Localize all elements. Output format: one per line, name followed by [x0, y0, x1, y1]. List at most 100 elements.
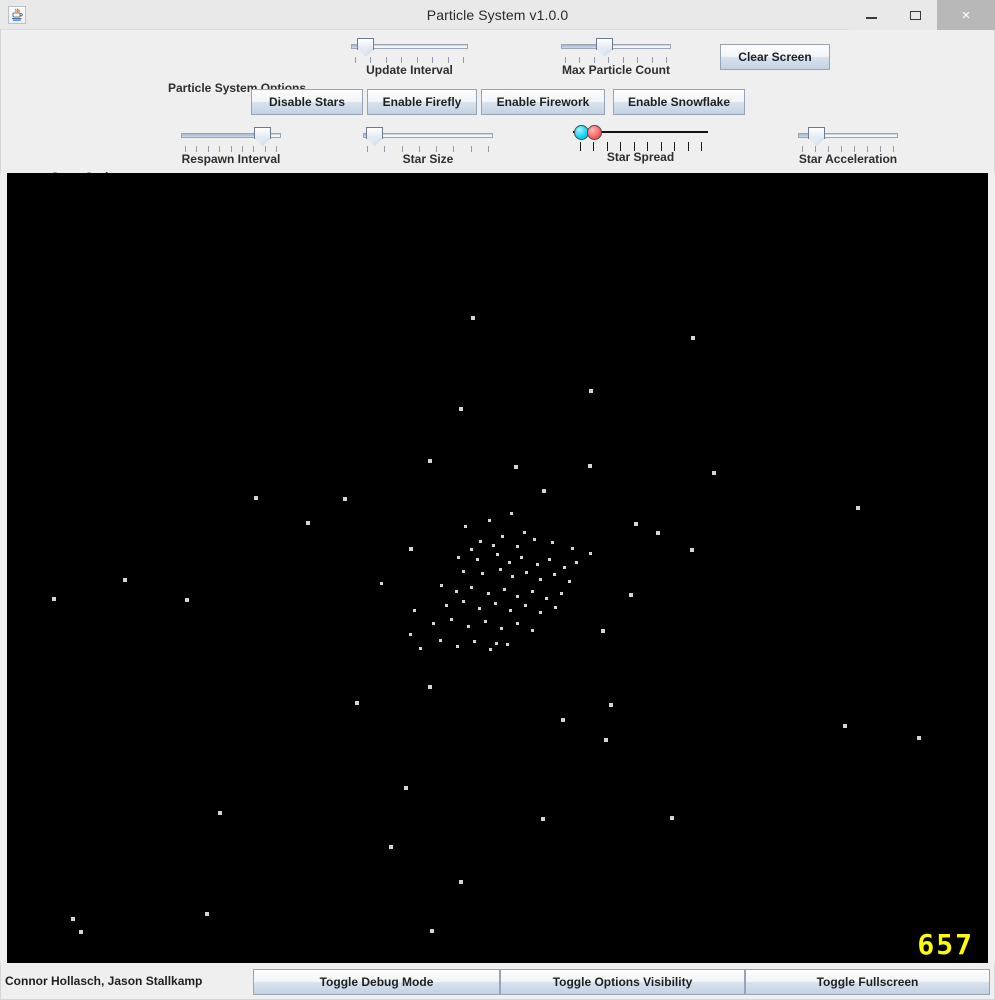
- slider-label-respawn-interval: Respawn Interval: [181, 152, 281, 166]
- slider-star-size[interactable]: Star Size: [363, 126, 493, 171]
- particle: [478, 607, 481, 610]
- slider-thumb-respawn-interval[interactable]: [254, 127, 271, 139]
- particle: [457, 556, 460, 559]
- particle: [306, 521, 310, 525]
- title-bar: Particle System v1.0.0 ×: [0, 0, 995, 30]
- particle: [856, 506, 860, 510]
- slider-update-interval[interactable]: Update Interval: [351, 37, 468, 82]
- particle: [539, 578, 542, 581]
- enable-firefly-button[interactable]: Enable Firefly: [367, 89, 477, 115]
- slider-thumb-star-size[interactable]: [366, 127, 383, 139]
- particle: [409, 633, 412, 636]
- particle: [470, 548, 473, 551]
- particle: [531, 629, 534, 632]
- particle: [571, 547, 574, 550]
- particle: [575, 561, 578, 564]
- particle: [218, 811, 222, 815]
- toggle-fullscreen-button[interactable]: Toggle Fullscreen: [745, 969, 990, 995]
- slider-thumb-update-interval[interactable]: [357, 38, 374, 50]
- particle: [205, 912, 209, 916]
- particle: [481, 572, 484, 575]
- particle: [462, 600, 465, 603]
- particle: [450, 618, 453, 621]
- slider-thumb-star-acceleration[interactable]: [808, 127, 825, 139]
- particle: [380, 582, 383, 585]
- enable-firework-button[interactable]: Enable Firework: [481, 89, 605, 115]
- particle: [501, 535, 504, 538]
- particle: [470, 586, 473, 589]
- particle: [511, 575, 514, 578]
- particle: [516, 545, 519, 548]
- particle: [462, 570, 465, 573]
- particle: [588, 464, 592, 468]
- particle: [541, 817, 545, 821]
- particle: [917, 736, 921, 740]
- particle: [428, 685, 432, 689]
- minimize-button[interactable]: [849, 0, 893, 30]
- minimize-icon: [865, 16, 877, 19]
- particle: [520, 556, 523, 559]
- particle: [439, 639, 442, 642]
- particle: [525, 571, 528, 574]
- window-title: Particle System v1.0.0: [426, 7, 569, 23]
- particle: [492, 544, 495, 547]
- maximize-icon: [909, 10, 921, 20]
- particle: [551, 541, 554, 544]
- particle: [516, 622, 519, 625]
- slider-label-star-acceleration: Star Acceleration: [798, 152, 898, 166]
- particle: [440, 584, 443, 587]
- particle: [473, 640, 476, 643]
- particle: [634, 522, 638, 526]
- slider-label-update-interval: Update Interval: [366, 63, 453, 77]
- particle: [479, 540, 482, 543]
- particle: [254, 496, 258, 500]
- particle: [536, 563, 539, 566]
- toggle-debug-mode-button[interactable]: Toggle Debug Mode: [253, 969, 500, 995]
- options-panel: Particle System Options Stars Options Up…: [0, 30, 995, 184]
- close-button[interactable]: ×: [937, 0, 995, 30]
- clear-screen-button[interactable]: Clear Screen: [720, 44, 830, 70]
- range-slider-star-spread[interactable]: Star Spread: [573, 122, 708, 172]
- particle: [71, 917, 75, 921]
- particle: [459, 880, 463, 884]
- particle: [52, 597, 56, 601]
- disable-stars-button[interactable]: Disable Stars: [251, 89, 363, 115]
- toggle-options-visibility-button[interactable]: Toggle Options Visibility: [500, 969, 745, 995]
- particle: [843, 724, 847, 728]
- particle: [355, 701, 359, 705]
- particle: [123, 578, 127, 582]
- particle: [487, 592, 490, 595]
- particle: [459, 407, 463, 411]
- slider-max-particle-count[interactable]: Max Particle Count: [561, 37, 671, 82]
- particle: [531, 590, 534, 593]
- particle: [690, 548, 694, 552]
- particle-canvas[interactable]: 657: [7, 173, 988, 963]
- particle: [553, 573, 556, 576]
- particle: [428, 459, 432, 463]
- range-slider-knob-high[interactable]: [587, 125, 602, 140]
- credits-label: Connor Hollasch, Jason Stallkamp: [5, 974, 203, 988]
- particle: [589, 552, 592, 555]
- slider-star-acceleration[interactable]: Star Acceleration: [798, 126, 898, 171]
- particle-count-display: 657: [917, 928, 974, 961]
- range-slider-label-star-spread: Star Spread: [606, 150, 675, 164]
- slider-label-max-particle-count: Max Particle Count: [561, 63, 671, 77]
- enable-snowflake-button[interactable]: Enable Snowflake: [613, 89, 745, 115]
- slider-respawn-interval[interactable]: Respawn Interval: [181, 126, 281, 171]
- particle: [499, 568, 502, 571]
- particle: [601, 629, 605, 633]
- particle: [488, 519, 491, 522]
- particle-system-window: Particle System v1.0.0 × Particle System…: [0, 0, 995, 1000]
- slider-fill: [182, 134, 259, 137]
- particle: [589, 389, 593, 393]
- particle: [506, 643, 509, 646]
- slider-track[interactable]: [561, 44, 671, 49]
- particle: [409, 547, 413, 551]
- maximize-button[interactable]: [893, 0, 937, 30]
- slider-thumb-max-particle-count[interactable]: [596, 38, 613, 50]
- particle: [419, 647, 422, 650]
- particle: [542, 489, 546, 493]
- particle: [343, 497, 347, 501]
- particle: [712, 471, 716, 475]
- particle: [495, 642, 498, 645]
